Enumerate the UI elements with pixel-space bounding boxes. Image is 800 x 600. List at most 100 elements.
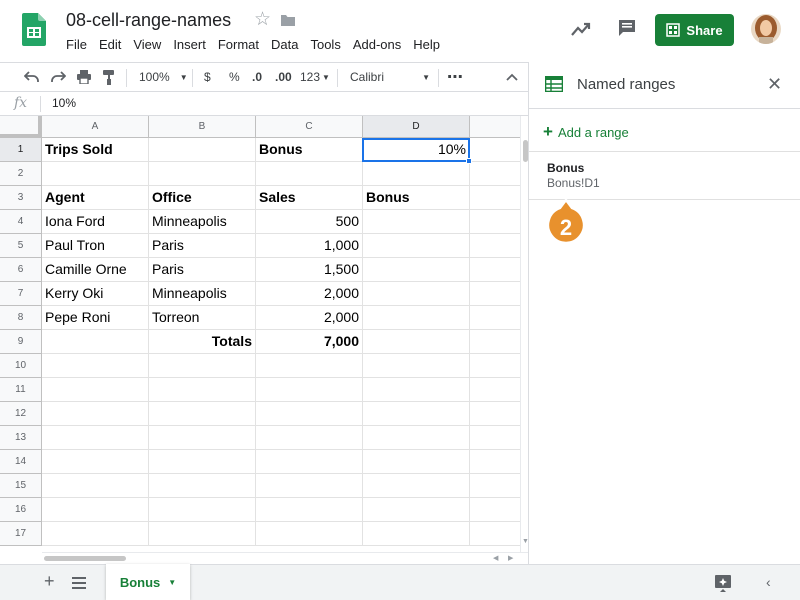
cell-c7[interactable]: 2,000: [256, 282, 363, 306]
menu-edit[interactable]: Edit: [93, 36, 127, 53]
spreadsheet-grid[interactable]: ABCD 1 Trips Sold Bonus 10% 2 3 Agent Office Sal…: [0, 116, 520, 552]
cell-c8[interactable]: 2,000: [256, 306, 363, 330]
cell-e13[interactable]: [470, 426, 520, 450]
cell-e8[interactable]: [470, 306, 520, 330]
column-header-a[interactable]: A: [42, 116, 149, 138]
cell-b9[interactable]: Totals: [149, 330, 256, 354]
add-sheet-icon[interactable]: +: [44, 571, 55, 592]
star-icon[interactable]: ☆: [254, 9, 271, 31]
cell-e10[interactable]: [470, 354, 520, 378]
cell-a6[interactable]: Camille Orne: [42, 258, 149, 282]
cell-a8[interactable]: Pepe Roni: [42, 306, 149, 330]
menu-tools[interactable]: Tools: [304, 36, 346, 53]
folder-icon[interactable]: [280, 12, 296, 28]
cell-a16[interactable]: [42, 498, 149, 522]
zoom-select[interactable]: 100% ▼: [139, 63, 188, 91]
cell-b11[interactable]: [149, 378, 256, 402]
horizontal-scrollbar[interactable]: ◀ ▶: [42, 552, 528, 564]
cell-a4[interactable]: Iona Ford: [42, 210, 149, 234]
cell-c17[interactable]: [256, 522, 363, 546]
named-range-item[interactable]: Bonus Bonus!D1: [529, 152, 800, 200]
menu-format[interactable]: Format: [212, 36, 265, 53]
column-header-b[interactable]: B: [149, 116, 256, 138]
row-header-11[interactable]: 11: [0, 378, 42, 402]
cell-b1[interactable]: [149, 138, 256, 162]
cell-e3[interactable]: [470, 186, 520, 210]
row-header-6[interactable]: 6: [0, 258, 42, 282]
cell-c14[interactable]: [256, 450, 363, 474]
row-header-16[interactable]: 16: [0, 498, 42, 522]
cell-d2[interactable]: [363, 162, 470, 186]
side-panel-toggle-icon[interactable]: ‹: [766, 574, 771, 590]
cell-a9[interactable]: [42, 330, 149, 354]
cell-b6[interactable]: Paris: [149, 258, 256, 282]
menu-view[interactable]: View: [127, 36, 167, 53]
more-options-icon[interactable]: ⋯: [447, 63, 463, 91]
cell-a14[interactable]: [42, 450, 149, 474]
row-header-8[interactable]: 8: [0, 306, 42, 330]
activity-dashboard-icon[interactable]: [570, 20, 592, 38]
cell-b14[interactable]: [149, 450, 256, 474]
cell-b2[interactable]: [149, 162, 256, 186]
cell-b17[interactable]: [149, 522, 256, 546]
cell-b4[interactable]: Minneapolis: [149, 210, 256, 234]
menu-insert[interactable]: Insert: [167, 36, 212, 53]
cell-a7[interactable]: Kerry Oki: [42, 282, 149, 306]
font-family-select[interactable]: Calibri ▼: [350, 63, 432, 91]
sheets-logo-icon[interactable]: [22, 13, 46, 46]
cell-b5[interactable]: Paris: [149, 234, 256, 258]
cell-c6[interactable]: 1,500: [256, 258, 363, 282]
cell-c15[interactable]: [256, 474, 363, 498]
menu-file[interactable]: File: [60, 36, 93, 53]
row-header-5[interactable]: 5: [0, 234, 42, 258]
cell-d14[interactable]: [363, 450, 470, 474]
menu-addons[interactable]: Add-ons: [347, 36, 407, 53]
decrease-decimal-button[interactable]: .0: [252, 63, 262, 91]
cell-e17[interactable]: [470, 522, 520, 546]
column-header-d[interactable]: D: [363, 116, 470, 138]
scroll-right-arrow-icon[interactable]: ▶: [508, 554, 513, 562]
row-header-7[interactable]: 7: [0, 282, 42, 306]
cell-b8[interactable]: Torreon: [149, 306, 256, 330]
cell-c12[interactable]: [256, 402, 363, 426]
row-header-1[interactable]: 1: [0, 138, 42, 162]
cell-d10[interactable]: [363, 354, 470, 378]
row-header-15[interactable]: 15: [0, 474, 42, 498]
cell-c9[interactable]: 7,000: [256, 330, 363, 354]
cell-e2[interactable]: [470, 162, 520, 186]
cell-d5[interactable]: [363, 234, 470, 258]
paint-format-icon[interactable]: [102, 63, 116, 91]
cell-c3[interactable]: Sales: [256, 186, 363, 210]
cell-e1[interactable]: [470, 138, 520, 162]
cell-c2[interactable]: [256, 162, 363, 186]
cell-a2[interactable]: [42, 162, 149, 186]
cell-e14[interactable]: [470, 450, 520, 474]
cell-b16[interactable]: [149, 498, 256, 522]
cell-b10[interactable]: [149, 354, 256, 378]
undo-icon[interactable]: [24, 63, 40, 91]
cell-c5[interactable]: 1,000: [256, 234, 363, 258]
collapse-menus-icon[interactable]: [506, 63, 518, 91]
document-title[interactable]: 08-cell-range-names: [66, 10, 231, 31]
cell-b15[interactable]: [149, 474, 256, 498]
cell-a12[interactable]: [42, 402, 149, 426]
select-all-corner[interactable]: [0, 116, 42, 138]
vertical-scrollbar[interactable]: ▼: [520, 116, 529, 552]
cell-d11[interactable]: [363, 378, 470, 402]
scroll-left-arrow-icon[interactable]: ◀: [493, 554, 498, 562]
row-header-4[interactable]: 4: [0, 210, 42, 234]
cell-a3[interactable]: Agent: [42, 186, 149, 210]
percent-format-button[interactable]: %: [229, 63, 240, 91]
share-button[interactable]: Share: [655, 14, 734, 46]
fill-handle[interactable]: [466, 158, 472, 164]
menu-help[interactable]: Help: [407, 36, 446, 53]
cell-e9[interactable]: [470, 330, 520, 354]
menu-data[interactable]: Data: [265, 36, 304, 53]
cell-e5[interactable]: [470, 234, 520, 258]
all-sheets-menu-icon[interactable]: [72, 577, 86, 589]
add-range-button[interactable]: + Add a range: [543, 122, 629, 142]
cell-a1[interactable]: Trips Sold: [42, 138, 149, 162]
more-formats-select[interactable]: 123 ▼: [300, 63, 330, 91]
cell-d4[interactable]: [363, 210, 470, 234]
cell-e15[interactable]: [470, 474, 520, 498]
